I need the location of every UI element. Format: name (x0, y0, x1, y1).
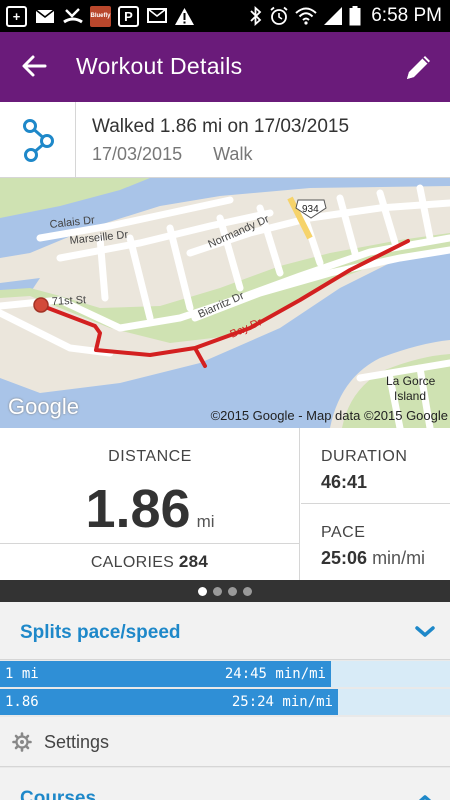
split-row: 1 mi 24:45 min/mi (0, 661, 450, 687)
splits-title: Splits pace/speed (20, 622, 181, 643)
calories-row: CALORIES 284 (0, 544, 300, 580)
notification-icons: + Bluefly P (6, 5, 195, 27)
route-number: 934 (302, 204, 319, 215)
signal-icon (324, 7, 343, 25)
sms-icon (146, 6, 167, 27)
distance-number: 1.86 (85, 479, 191, 539)
settings-row[interactable]: Settings (0, 717, 450, 767)
workout-activity: Walk (213, 144, 253, 164)
settings-label: Settings (44, 732, 110, 752)
pace-unit: min/mi (372, 548, 426, 568)
bluetooth-icon (250, 6, 262, 26)
courses-title: Courses (20, 788, 97, 800)
area-label: Island (394, 389, 426, 403)
distance-label: DISTANCE (108, 448, 192, 465)
workout-date: 17/03/2015 (92, 144, 183, 164)
page-title: Workout Details (76, 53, 243, 79)
pace-label: PACE (321, 524, 366, 541)
back-arrow-icon[interactable] (18, 49, 52, 83)
clock: 6:58 PM (371, 5, 442, 26)
google-logo: Google (8, 394, 79, 419)
route-start-marker (33, 297, 49, 313)
split-pace: 24:45 min/mi (224, 666, 326, 682)
map-attribution[interactable]: ©2015 Google - Map data ©2015 Google (211, 408, 448, 423)
warning-icon (174, 6, 195, 27)
plus-icon: + (6, 5, 27, 27)
workout-title: Walked 1.86 mi on 17/03/2015 (92, 116, 350, 137)
workout-stats: DISTANCE 1.86 mi CALORIES 284 DURATION 46… (0, 428, 450, 580)
edit-pencil-icon[interactable] (402, 50, 436, 84)
missed-call-icon (62, 6, 83, 27)
status-bar: + Bluefly P 6:58 PM (0, 0, 450, 32)
pace-number: 25:06 (321, 548, 368, 568)
page-indicator (0, 580, 450, 602)
mail-icon (34, 6, 55, 27)
workout-summary-header: Walked 1.86 mi on 17/03/2015 17/03/2015 … (0, 102, 450, 178)
duration-value: 46:41 (321, 472, 368, 492)
parking-icon: P (118, 5, 139, 27)
time-panel: DURATION 46:41 PACE 25:06 min/mi (301, 428, 450, 580)
duration-block: DURATION 46:41 (301, 428, 450, 504)
pace-block: PACE 25:06 min/mi (301, 504, 450, 580)
app-bar: Workout Details (0, 32, 450, 102)
distance-panel: DISTANCE 1.86 mi (0, 428, 300, 544)
calories-value: 284 (178, 552, 209, 571)
courses-header[interactable]: Courses (0, 768, 450, 800)
area-label: La Gorce (386, 374, 436, 388)
battery-icon (349, 6, 361, 26)
split-pace: 25:24 min/mi (231, 694, 333, 710)
distance-value: 1.86 mi (0, 478, 300, 540)
page-dot[interactable] (228, 586, 237, 596)
workout-subtitle: 17/03/2015 Walk (92, 144, 278, 165)
splits-header[interactable]: Splits pace/speed (0, 602, 450, 660)
gear-icon (12, 732, 32, 752)
app-badge-text: Bluefly (90, 13, 111, 19)
page-dot[interactable] (198, 586, 207, 596)
page-dot[interactable] (243, 586, 252, 596)
chevron-down-icon[interactable] (414, 622, 436, 642)
chevron-up-icon[interactable] (414, 790, 436, 800)
distance-unit: mi (196, 512, 215, 531)
route-map[interactable]: Calais Dr Marseille Dr Normandy Dr 71st … (0, 178, 450, 428)
pace-value: 25:06 min/mi (321, 548, 425, 569)
street-label: 71st St (52, 294, 87, 308)
page-dot[interactable] (213, 586, 222, 596)
app-icon: Bluefly (90, 5, 111, 27)
split-row: 1.86 25:24 min/mi (0, 689, 450, 715)
duration-label: DURATION (321, 448, 408, 465)
system-icons: 6:58 PM (249, 4, 442, 28)
calories-label: CALORIES (90, 554, 175, 571)
wifi-icon (295, 7, 317, 25)
alarm-icon (270, 6, 288, 25)
route-icon (0, 102, 76, 178)
